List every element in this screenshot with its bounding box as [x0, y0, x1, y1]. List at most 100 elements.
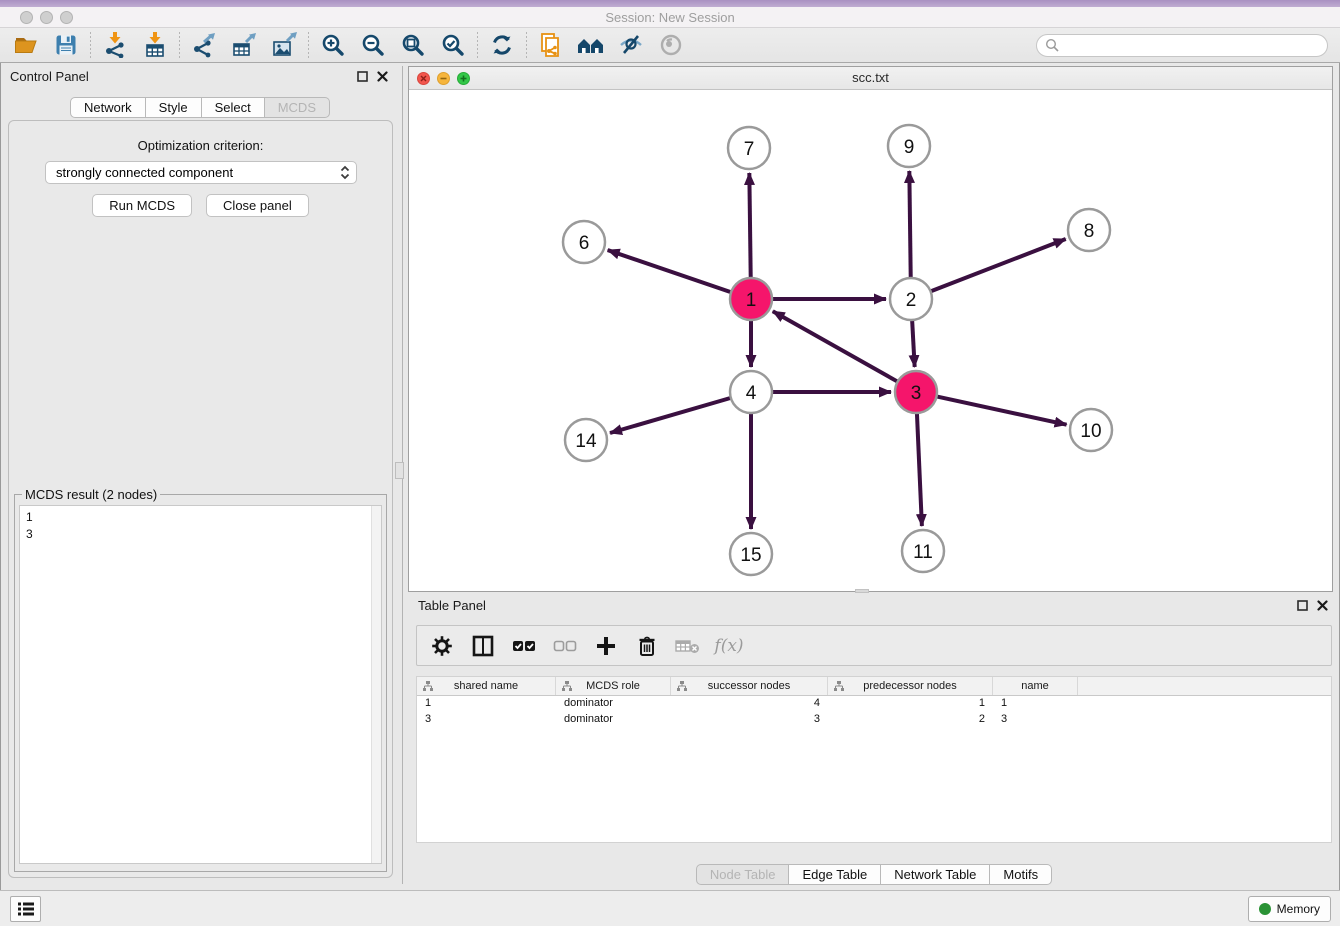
function-builder-icon: f(x): [716, 633, 742, 659]
tab-network-table[interactable]: Network Table: [881, 864, 990, 885]
task-history-button[interactable]: [10, 896, 41, 922]
tab-motifs[interactable]: Motifs: [990, 864, 1052, 885]
control-panel: Control Panel NetworkStyleSelectMCDS Opt…: [0, 66, 400, 884]
memory-button[interactable]: Memory: [1248, 896, 1331, 922]
close-panel-button[interactable]: Close panel: [206, 194, 309, 217]
graph-node-label: 7: [744, 139, 755, 160]
toolbar-separator: [526, 32, 527, 58]
tab-mcds[interactable]: MCDS: [265, 97, 330, 118]
tab-edge-table[interactable]: Edge Table: [789, 864, 881, 885]
refresh-layout-icon[interactable]: [482, 30, 522, 60]
node-table[interactable]: shared nameMCDS rolesuccessor nodesprede…: [416, 676, 1332, 843]
delete-row-icon[interactable]: [634, 633, 660, 659]
open-session-icon[interactable]: [6, 30, 46, 60]
graph-edge-1-6[interactable]: [608, 250, 731, 292]
graph-edge-3-10[interactable]: [937, 396, 1067, 424]
mcds-result-title: MCDS result (2 nodes): [22, 487, 160, 502]
table-tabs: Node TableEdge TableNetwork TableMotifs: [408, 864, 1340, 885]
cell-successor-nodes: 4: [671, 696, 828, 712]
mcds-result-group: MCDS result (2 nodes) 1 3: [14, 494, 387, 872]
select-all-checkboxes-icon[interactable]: [511, 633, 537, 659]
cell-MCDS-role: dominator: [556, 712, 671, 728]
cell-predecessor-nodes: 2: [828, 712, 993, 728]
toolbar-separator: [477, 32, 478, 58]
table-row[interactable]: 1dominator411: [417, 696, 1331, 712]
close-panel-icon[interactable]: [377, 71, 388, 82]
graph-node-label: 1: [746, 290, 757, 311]
graph-node-label: 6: [579, 233, 590, 254]
mcds-result-textarea[interactable]: 1 3: [19, 505, 382, 864]
status-bar: Memory: [0, 890, 1340, 926]
window-title: Session: New Session: [0, 7, 1340, 28]
list-icon: [16, 899, 36, 919]
control-panel-title: Control Panel: [10, 69, 89, 84]
graph-edge-2-9[interactable]: [909, 171, 910, 278]
float-panel-icon[interactable]: [1297, 600, 1308, 611]
graph-edge-3-1[interactable]: [773, 311, 898, 381]
column-header-name[interactable]: name: [993, 677, 1078, 695]
table-settings-icon[interactable]: [429, 633, 455, 659]
cell-name: 1: [993, 696, 1078, 712]
table-row[interactable]: 3dominator323: [417, 712, 1331, 728]
tab-network[interactable]: Network: [70, 97, 146, 118]
toolbar-separator: [308, 32, 309, 58]
close-panel-icon[interactable]: [1317, 600, 1328, 611]
export-network-icon[interactable]: [184, 30, 224, 60]
splitter-handle[interactable]: [395, 462, 404, 479]
network-overview-icon[interactable]: [571, 30, 611, 60]
cell-MCDS-role: dominator: [556, 696, 671, 712]
tab-style[interactable]: Style: [146, 97, 202, 118]
zoom-in-icon[interactable]: [313, 30, 353, 60]
run-mcds-button[interactable]: Run MCDS: [92, 194, 192, 217]
optimization-criterion-dropdown[interactable]: strongly connected component: [45, 161, 357, 184]
control-panel-tabs: NetworkStyleSelectMCDS: [0, 97, 400, 118]
horizontal-splitter-handle[interactable]: [855, 589, 869, 593]
deselect-all-checkboxes-icon[interactable]: [552, 633, 578, 659]
save-session-icon[interactable]: [46, 30, 86, 60]
column-header-MCDS-role[interactable]: MCDS role: [556, 677, 671, 695]
table-body: 1dominator4113dominator323: [417, 696, 1331, 728]
table-header-row: shared nameMCDS rolesuccessor nodesprede…: [417, 677, 1331, 696]
graph-node-label: 3: [911, 383, 922, 404]
zoom-fit-icon[interactable]: [393, 30, 433, 60]
tab-node-table[interactable]: Node Table: [696, 864, 790, 885]
float-panel-icon[interactable]: [357, 71, 368, 82]
show-graphics-details-icon[interactable]: [651, 30, 691, 60]
export-image-icon[interactable]: [264, 30, 304, 60]
cell-name: 3: [993, 712, 1078, 728]
table-panel: Table Panel: [408, 595, 1340, 884]
column-header-successor-nodes[interactable]: successor nodes: [671, 677, 828, 695]
add-row-icon[interactable]: [593, 633, 619, 659]
graph-edge-2-8[interactable]: [931, 239, 1066, 291]
graph-edge-4-14[interactable]: [610, 398, 731, 433]
cell-successor-nodes: 3: [671, 712, 828, 728]
graph-node-label: 2: [906, 290, 917, 311]
hide-graphics-details-icon[interactable]: [611, 30, 651, 60]
graph-edge-2-3[interactable]: [912, 320, 915, 367]
columns-icon[interactable]: [470, 633, 496, 659]
zoom-selected-icon[interactable]: [433, 30, 473, 60]
search-input[interactable]: [1065, 39, 1319, 53]
graph-edge-3-11[interactable]: [917, 413, 922, 526]
export-table-icon[interactable]: [224, 30, 264, 60]
zoom-out-icon[interactable]: [353, 30, 393, 60]
graph-node-label: 8: [1084, 221, 1095, 242]
search-field[interactable]: [1036, 34, 1328, 57]
column-header-shared-name[interactable]: shared name: [417, 677, 556, 695]
main-toolbar: [0, 28, 1340, 63]
tab-select[interactable]: Select: [202, 97, 265, 118]
memory-status-icon: [1259, 903, 1271, 915]
table-panel-title: Table Panel: [418, 598, 486, 613]
search-icon: [1045, 38, 1060, 53]
cell-shared-name: 3: [417, 712, 556, 728]
network-window-titlebar[interactable]: scc.txt: [409, 67, 1332, 90]
graph-edge-1-7[interactable]: [749, 173, 750, 278]
cell-predecessor-nodes: 1: [828, 696, 993, 712]
clone-network-icon[interactable]: [531, 30, 571, 60]
import-table-icon[interactable]: [135, 30, 175, 60]
import-network-icon[interactable]: [95, 30, 135, 60]
network-canvas[interactable]: 7968124314101511: [409, 90, 1332, 591]
column-header-predecessor-nodes[interactable]: predecessor nodes: [828, 677, 993, 695]
result-scrollbar[interactable]: [371, 506, 381, 863]
network-window-title: scc.txt: [409, 70, 1332, 85]
